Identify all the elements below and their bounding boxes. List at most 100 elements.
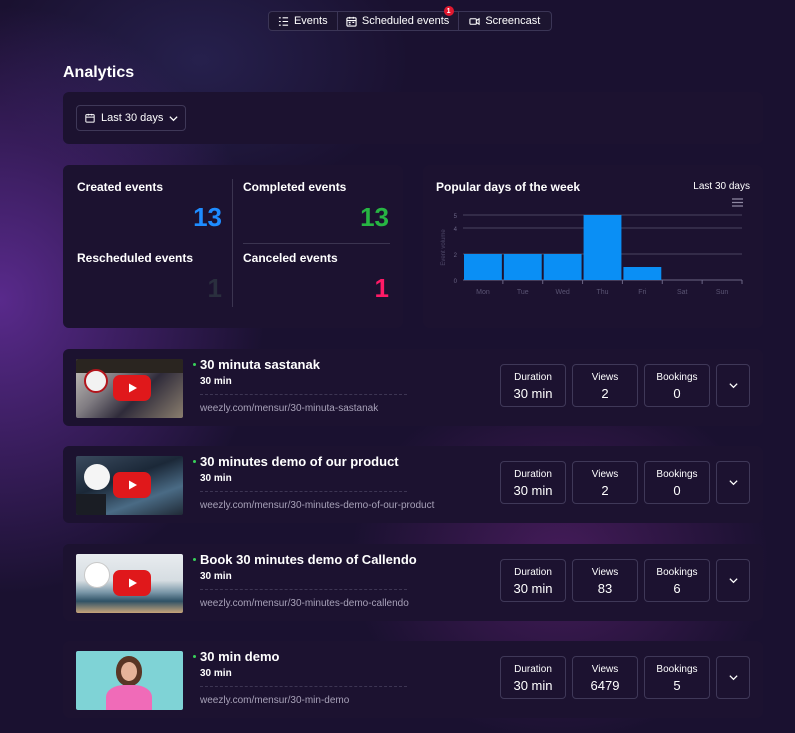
stat-canceled-events: Canceled events 1 <box>243 251 389 315</box>
notification-badge: 1 <box>443 6 454 16</box>
metric-label: Duration <box>514 469 552 480</box>
y-tick-label: 0 <box>454 279 458 285</box>
event-row: 30 minuta sastanak 30 min weezly.com/men… <box>63 349 763 426</box>
event-url[interactable]: weezly.com/mensur/30-minuta-sastanak <box>200 403 378 414</box>
divider <box>200 589 407 590</box>
metric-bookings: Bookings 6 <box>644 559 710 602</box>
presenter-thumbnail[interactable] <box>76 651 183 710</box>
calendar-icon <box>346 16 357 27</box>
metric-views: Views 6479 <box>572 656 638 699</box>
video-thumbnail[interactable] <box>76 456 183 515</box>
list-icon <box>278 16 289 26</box>
stat-value: 13 <box>193 202 222 232</box>
metric-views: Views 2 <box>572 364 638 407</box>
date-range-select[interactable]: Last 30 days <box>76 105 186 131</box>
metric-value: 6479 <box>590 678 620 693</box>
youtube-play-icon <box>113 570 151 596</box>
chart-bar <box>464 254 502 280</box>
metric-value: 5 <box>673 678 681 693</box>
chart-bar <box>583 215 622 280</box>
stat-completed-events: Completed events 13 <box>243 180 389 244</box>
divider <box>200 394 407 395</box>
metric-value: 6 <box>673 581 681 596</box>
metric-label: Bookings <box>656 664 698 675</box>
chevron-down-icon <box>169 116 178 122</box>
metric-bookings: Bookings 5 <box>644 656 710 699</box>
metric-views: Views 83 <box>572 559 638 602</box>
metric-value: 83 <box>597 581 613 596</box>
chart-bar <box>543 254 582 280</box>
y-tick-label: 4 <box>454 227 458 233</box>
event-title[interactable]: 30 minutes demo of our product <box>200 454 399 469</box>
metric-label: Views <box>591 567 619 578</box>
tab-scheduled-events[interactable]: Scheduled events 1 <box>338 6 459 30</box>
metric-duration: Duration 30 min <box>500 656 566 699</box>
date-range-value: Last 30 days <box>101 112 164 124</box>
page-title: Analytics <box>63 64 135 81</box>
tab-label: Screencast <box>485 15 541 27</box>
popular-days-chart: 0 2 4 5 Event volume Mon Tue Wed Thu Fri Sat Sun <box>441 214 743 296</box>
x-tick-label: Wed <box>556 289 570 296</box>
metric-duration: Duration 30 min <box>500 559 566 602</box>
youtube-play-icon <box>113 375 151 401</box>
active-status-dot <box>193 460 196 463</box>
event-row: 30 min demo 30 min weezly.com/mensur/30-… <box>63 641 763 718</box>
metric-duration: Duration 30 min <box>500 461 566 504</box>
chart-bar <box>503 254 542 280</box>
metric-value: 30 min <box>513 678 553 693</box>
active-status-dot <box>193 558 196 561</box>
stat-value: 1 <box>207 273 222 303</box>
expand-button[interactable] <box>716 364 750 407</box>
expand-button[interactable] <box>716 656 750 699</box>
event-duration: 30 min <box>200 376 232 387</box>
metric-label: Bookings <box>656 567 698 578</box>
event-url[interactable]: weezly.com/mensur/30-minutes-demo-callen… <box>200 598 409 609</box>
divider <box>200 686 407 687</box>
expand-button[interactable] <box>716 559 750 602</box>
stat-label: Completed events <box>243 180 347 194</box>
metric-views: Views 2 <box>572 461 638 504</box>
chevron-down-icon <box>728 383 738 389</box>
stat-label: Created events <box>77 180 164 194</box>
metric-label: Views <box>591 469 619 480</box>
event-duration: 30 min <box>200 571 232 582</box>
y-tick-label: 2 <box>454 253 458 259</box>
event-title[interactable]: 30 min demo <box>200 649 279 664</box>
metric-label: Bookings <box>656 372 698 383</box>
metric-value: 0 <box>673 386 681 401</box>
y-tick-label: 5 <box>454 214 458 220</box>
event-row: Book 30 minutes demo of Callendo 30 min … <box>63 544 763 621</box>
active-status-dot <box>193 363 196 366</box>
metric-label: Duration <box>514 567 552 578</box>
tab-screencast[interactable]: Screencast <box>459 12 551 30</box>
event-duration: 30 min <box>200 473 232 484</box>
filter-card: Last 30 days <box>63 92 763 144</box>
event-url[interactable]: weezly.com/mensur/30-minutes-demo-of-our… <box>200 500 434 511</box>
stat-label: Canceled events <box>243 251 338 265</box>
expand-button[interactable] <box>716 461 750 504</box>
metric-duration: Duration 30 min <box>500 364 566 407</box>
stat-rescheduled-events: Rescheduled events 1 <box>77 251 222 315</box>
tab-label: Events <box>293 15 328 27</box>
divider <box>232 179 233 307</box>
event-title[interactable]: Book 30 minutes demo of Callendo <box>200 552 417 567</box>
metric-value: 30 min <box>513 581 553 596</box>
popular-days-card: Popular days of the week Last 30 days 02… <box>423 165 763 328</box>
event-row: 30 minutes demo of our product 30 min we… <box>63 446 763 523</box>
tab-events[interactable]: Events <box>269 12 338 30</box>
event-title[interactable]: 30 minuta sastanak <box>200 357 320 372</box>
divider <box>200 491 407 492</box>
event-url[interactable]: weezly.com/mensur/30-min-demo <box>200 695 349 706</box>
video-thumbnail[interactable] <box>76 554 183 613</box>
chart-bar <box>623 267 662 280</box>
active-status-dot <box>193 655 196 658</box>
metric-label: Views <box>591 372 619 383</box>
metric-value: 2 <box>601 483 609 498</box>
x-tick-label: Tue <box>517 289 529 296</box>
stat-created-events: Created events 13 <box>77 180 222 244</box>
video-thumbnail[interactable] <box>76 359 183 418</box>
y-axis-label: Event volume <box>441 229 447 266</box>
stat-value: 1 <box>374 273 389 303</box>
x-tick-label: Mon <box>476 289 490 296</box>
metric-label: Duration <box>514 372 552 383</box>
